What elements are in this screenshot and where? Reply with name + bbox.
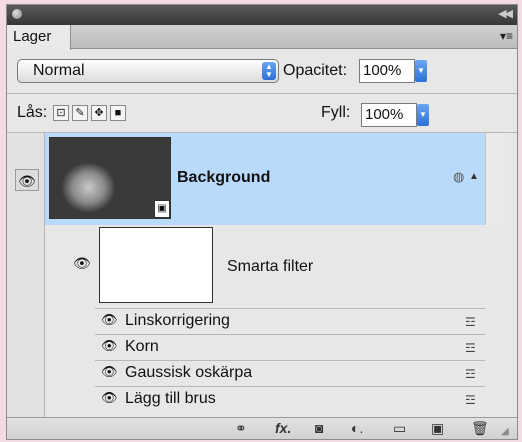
panel-menu-icon[interactable]: ▾≡ — [500, 29, 513, 43]
trash-icon[interactable]: 🗑 — [471, 420, 489, 437]
folder-icon[interactable]: ▭ — [393, 420, 406, 437]
link-icon[interactable]: ⚭ — [235, 420, 247, 437]
blending-options-icon[interactable]: ☲ — [465, 367, 476, 381]
scrollbar[interactable] — [485, 133, 503, 225]
lock-label: Lås: — [17, 104, 48, 121]
expand-arrow-icon[interactable]: ▲ — [469, 171, 479, 182]
panel-footer: ⚭ fx. ◙ ◐. ▭ ▣ 🗑 ◢ — [7, 417, 517, 439]
filter-name: Lägg till brus — [125, 390, 216, 407]
layer-row-background[interactable]: ▣ Background ◍ ▲ — [45, 133, 485, 225]
new-layer-icon[interactable]: ▣ — [431, 420, 444, 437]
fill-field[interactable]: 100% — [361, 103, 417, 127]
fill-label: Fyll: — [321, 104, 351, 121]
separator — [7, 93, 517, 94]
filter-row[interactable]: 👁 Gaussisk oskärpa ☲ — [95, 360, 485, 386]
tab-row: Lager ▾≡ — [7, 25, 517, 50]
resize-grip-icon[interactable]: ◢ — [501, 426, 509, 437]
filter-mask-thumbnail[interactable] — [99, 227, 213, 303]
smart-filter-label: Smarta filter — [227, 258, 314, 275]
lock-all-icon[interactable]: ■ — [110, 105, 126, 121]
opacity-label: Opacitet: — [283, 62, 348, 79]
opacity-field[interactable]: 100% — [359, 59, 415, 83]
adjustment-icon[interactable]: ◐. — [351, 420, 363, 436]
fill-dropdown-icon[interactable]: ▼ — [417, 104, 429, 126]
eye-icon[interactable]: 👁 — [101, 312, 118, 328]
mask-icon[interactable]: ◙ — [315, 420, 323, 436]
filter-row[interactable]: 👁 Korn ☲ — [95, 334, 485, 360]
lock-pixels-icon[interactable]: ✎ — [72, 105, 88, 121]
eye-icon[interactable]: 👁 — [101, 390, 118, 406]
panel-title-bar: ◀◀ — [7, 5, 517, 25]
layer-thumbnail: ▣ — [49, 137, 171, 219]
select-arrows-icon: ▲ ▼ — [262, 62, 276, 80]
blending-options-icon[interactable]: ☲ — [465, 315, 476, 329]
eye-icon[interactable]: 👁 — [101, 364, 118, 380]
blending-options-icon[interactable]: ☲ — [465, 393, 476, 407]
lock-transparent-icon[interactable]: ⊡ — [53, 105, 69, 121]
blend-mode-select[interactable]: Normal ▲ ▼ — [17, 59, 279, 83]
filter-visibility-eye-icon[interactable]: 👁 — [73, 255, 91, 272]
filter-name: Gaussisk oskärpa — [125, 364, 253, 381]
smart-object-badge-icon: ▣ — [154, 200, 170, 218]
collapse-icon[interactable]: ◀◀ — [498, 7, 513, 20]
close-icon[interactable] — [12, 9, 22, 19]
visibility-eye-icon[interactable]: 👁 — [15, 169, 39, 191]
smart-filter-options-icon[interactable]: ◍ — [453, 169, 464, 185]
fx-icon[interactable]: fx. — [275, 420, 291, 436]
eye-icon[interactable]: 👁 — [101, 338, 118, 354]
tab-layers[interactable]: Lager — [7, 25, 71, 50]
filter-name: Korn — [125, 338, 159, 355]
filter-row[interactable]: 👁 Linskorrigering ☲ — [95, 308, 485, 334]
filter-name: Linskorrigering — [125, 312, 230, 329]
opacity-dropdown-icon[interactable]: ▼ — [415, 60, 427, 82]
blending-options-icon[interactable]: ☲ — [465, 341, 476, 355]
layer-name[interactable]: Background — [177, 169, 270, 187]
layers-panel: ◀◀ Lager ▾≡ Normal ▲ ▼ Opacitet: 100% ▼ L… — [6, 4, 518, 440]
lock-position-icon[interactable]: ✥ — [91, 105, 107, 121]
filter-row[interactable]: 👁 Lägg till brus ☲ — [95, 386, 485, 412]
blend-mode-value: Normal — [33, 62, 85, 79]
